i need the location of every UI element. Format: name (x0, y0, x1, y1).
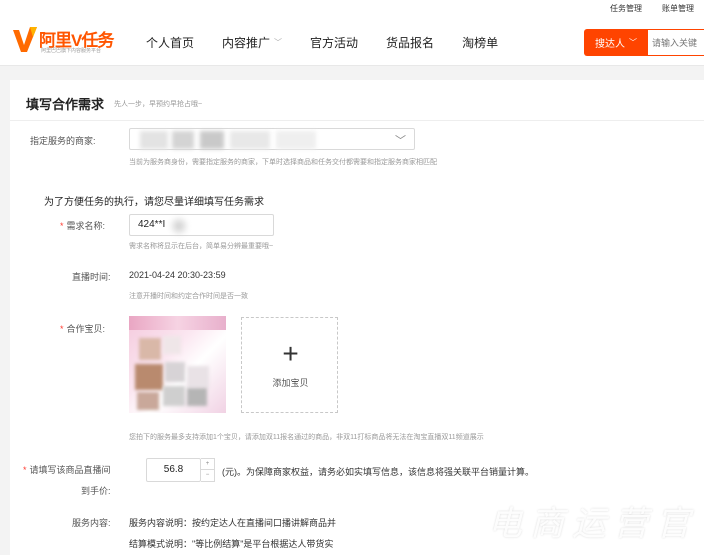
logo[interactable]: 阿里V任务 阿里巴巴旗下内容服务平台 (12, 26, 132, 56)
price-label-line1: 请填写该商品直播间 (29, 465, 111, 475)
required-mark: * (60, 221, 64, 231)
top-header: 任务管理 账单管理 阿里V任务 阿里巴巴旗下内容服务平台 个人首页 内容推广 ﹀ … (0, 0, 704, 66)
product-label: * 合作宝贝: (60, 322, 105, 335)
pixel-block (139, 338, 161, 360)
price-label-line2: 到手价: (81, 486, 111, 496)
demand-name-label: * 需求名称: (60, 219, 105, 232)
watermark: 电商运营官 (488, 504, 698, 544)
pixel-block (187, 366, 209, 388)
product-hint: 您拍下的服务最多支持添加1个宝贝，请添加双11报名通过的商品，非双11打标商品将… (129, 434, 484, 441)
demand-name-hint: 需求名称将显示在后台，简单易分辨最重要哦~ (129, 243, 274, 250)
live-time-label: 直播时间: (72, 272, 111, 282)
nav-product-signup[interactable]: 货品报名 (386, 34, 434, 51)
chevron-down-icon: ﹀ (274, 38, 283, 47)
chevron-down-icon: ﹀ (395, 135, 406, 147)
pixel-block (187, 388, 207, 406)
pixel-block (163, 386, 185, 406)
pixel-block (135, 364, 163, 390)
nav-taobao-ranking-label: 淘榜单 (462, 36, 499, 50)
blurred-text (168, 216, 190, 236)
price-stepper: + − (201, 458, 215, 482)
section-title: 填写合作需求 (26, 97, 105, 112)
v-logo-icon (13, 27, 37, 52)
merchant-hint: 当前为服务商身份，需要指定服务的商家，下单时选择商品和任务交付都需要和指定服务商… (129, 159, 437, 166)
blurred-merchant (140, 131, 168, 149)
demand-name-value: 424**I (138, 219, 166, 230)
nav-official-activities[interactable]: 官方活动 (310, 34, 358, 51)
group-title: 为了方便任务的执行，请您尽量详细填写任务需求 (44, 197, 264, 208)
main-nav: 个人首页 内容推广 ﹀ 官方活动 货品报名 淘榜单 (146, 34, 526, 51)
demand-name-label-text: 需求名称: (66, 221, 106, 231)
price-input[interactable]: 56.8 (146, 458, 201, 482)
chevron-down-icon: ﹀ (629, 38, 637, 47)
pixel-block (163, 336, 181, 354)
increment-icon[interactable]: + (201, 459, 214, 470)
nav-taobao-ranking[interactable]: 淘榜单 (462, 34, 498, 51)
search-input[interactable] (648, 29, 704, 56)
blurred-merchant (276, 131, 316, 149)
decrement-icon[interactable]: − (201, 470, 214, 481)
blurred-merchant (172, 131, 194, 149)
add-product-label: 添加宝贝 (272, 378, 309, 388)
service-label: 服务内容: (72, 518, 111, 528)
required-mark: * (60, 324, 64, 334)
service-line2: 结算模式说明："等比例结算"是平台根据达人带货实 (129, 539, 334, 549)
nav-product-signup-label: 货品报名 (386, 36, 435, 50)
demand-name-input[interactable]: 424**I (129, 214, 274, 236)
thumbnail-banner (129, 316, 226, 330)
search-scope-label: 搜达人 (595, 39, 625, 50)
form-card: 填写合作需求 先人一步，早预约早抢占哦~ 指定服务的商家: ﹀ 当前为服务商身份… (10, 80, 704, 555)
nav-official-activities-label: 官方活动 (310, 36, 359, 50)
top-links: 任务管理 账单管理 (610, 3, 694, 14)
live-time-value: 2021-04-24 20:30-23:59 (129, 270, 226, 280)
required-mark: * (23, 465, 27, 475)
nav-content-promotion-label: 内容推广 (222, 36, 271, 50)
task-management-link[interactable]: 任务管理 (610, 3, 642, 14)
add-product-button[interactable]: + 添加宝贝 (241, 317, 338, 413)
nav-home[interactable]: 个人首页 (146, 34, 194, 51)
plus-icon: + (282, 338, 299, 369)
price-note: (元)。为保障商家权益，请务必如实填写信息，该信息将强关联平台销量计算。 (222, 467, 534, 477)
blurred-merchant (200, 131, 224, 149)
nav-content-promotion[interactable]: 内容推广 ﹀ (222, 34, 282, 51)
pixel-block (165, 362, 185, 382)
service-line1: 服务内容说明：按约定达人在直播间口播讲解商品并 (129, 518, 337, 528)
search-scope-dropdown[interactable]: 搜达人 ﹀ (584, 29, 648, 56)
section-subtitle: 先人一步，早预约早抢占哦~ (114, 101, 203, 108)
merchant-select[interactable]: ﹀ (129, 128, 415, 150)
pixel-block (137, 392, 159, 410)
live-time-hint: 注意开播时间和约定合作时间是否一致 (129, 293, 248, 300)
logo-subtitle: 阿里巴巴旗下内容服务平台 (41, 48, 102, 54)
bill-management-link[interactable]: 账单管理 (662, 3, 694, 14)
merchant-label: 指定服务的商家: (30, 136, 96, 146)
product-label-text: 合作宝贝: (66, 324, 106, 334)
price-label: * 请填写该商品直播间 (23, 463, 111, 476)
product-thumbnail[interactable] (129, 316, 226, 413)
divider (10, 120, 704, 121)
blurred-merchant (230, 131, 270, 149)
nav-home-label: 个人首页 (146, 36, 195, 50)
